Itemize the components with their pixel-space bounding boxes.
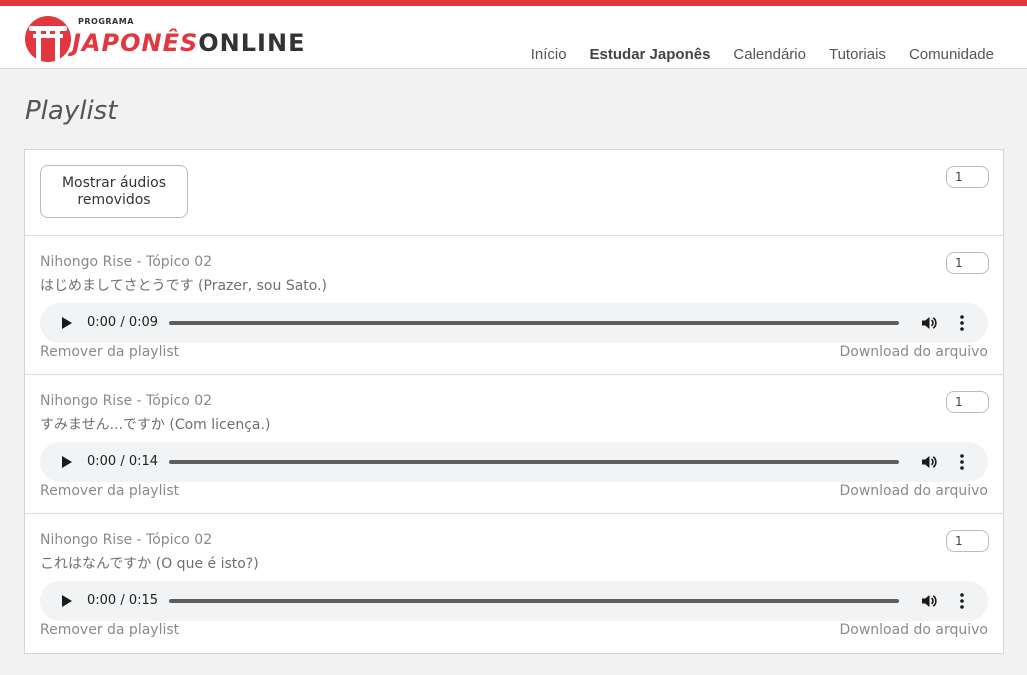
show-removed-audios-button[interactable]: Mostrar áudios removidos bbox=[40, 165, 188, 218]
remove-from-playlist-link[interactable]: Remover da playlist bbox=[40, 344, 179, 360]
playlist-item: Nihongo Rise - Tópico 02 すみません...ですか (Co… bbox=[25, 375, 1003, 514]
play-icon[interactable] bbox=[62, 456, 72, 468]
download-file-link[interactable]: Download do arquivo bbox=[839, 483, 988, 499]
audio-player: 0:00 / 0:14 bbox=[40, 442, 988, 482]
audio-seek-bar[interactable] bbox=[169, 460, 899, 464]
more-vertical-icon[interactable] bbox=[954, 314, 970, 332]
playlist-item: Nihongo Rise - Tópico 02 これはなんですか (O que… bbox=[25, 514, 1003, 652]
item-subtitle: すみません...ですか (Com licença.) bbox=[40, 417, 271, 433]
audio-time: 0:00 / 0:09 bbox=[87, 315, 159, 330]
audio-time: 0:00 / 0:15 bbox=[87, 593, 159, 608]
remove-from-playlist-link[interactable]: Remover da playlist bbox=[40, 622, 179, 638]
main-nav: Início Estudar Japonês Calendário Tutori… bbox=[531, 46, 994, 63]
more-vertical-icon[interactable] bbox=[954, 453, 970, 471]
item-subtitle: はじめましてさとうです (Prazer, sou Sato.) bbox=[40, 278, 328, 294]
logo-tagline: PROGRAMA bbox=[78, 17, 134, 26]
remove-from-playlist-link[interactable]: Remover da playlist bbox=[40, 483, 179, 499]
audio-player: 0:00 / 0:09 bbox=[40, 303, 988, 343]
play-icon[interactable] bbox=[62, 317, 72, 329]
volume-icon[interactable] bbox=[920, 314, 938, 332]
playlist-toolbar: Mostrar áudios removidos bbox=[25, 150, 1003, 236]
torii-gate-icon bbox=[25, 16, 71, 62]
site-logo[interactable]: PROGRAMA JAPONÊSONLINE bbox=[24, 15, 314, 65]
audio-seek-bar[interactable] bbox=[169, 321, 899, 325]
download-file-link[interactable]: Download do arquivo bbox=[839, 622, 988, 638]
audio-seek-bar[interactable] bbox=[169, 599, 899, 603]
audio-time: 0:00 / 0:14 bbox=[87, 454, 159, 469]
volume-icon[interactable] bbox=[920, 453, 938, 471]
nav-tutoriais[interactable]: Tutoriais bbox=[829, 46, 886, 63]
playlist-item: Nihongo Rise - Tópico 02 はじめましてさとうです (Pr… bbox=[25, 236, 1003, 375]
nav-inicio[interactable]: Início bbox=[531, 46, 567, 63]
nav-comunidade[interactable]: Comunidade bbox=[909, 46, 994, 63]
item-title: Nihongo Rise - Tópico 02 bbox=[40, 532, 213, 548]
item-title: Nihongo Rise - Tópico 02 bbox=[40, 393, 213, 409]
more-vertical-icon[interactable] bbox=[954, 592, 970, 610]
nav-estudar-japones[interactable]: Estudar Japonês bbox=[590, 46, 711, 63]
item-subtitle: これはなんですか (O que é isto?) bbox=[40, 556, 259, 572]
item-count-input[interactable] bbox=[946, 530, 989, 552]
toolbar-count-input[interactable] bbox=[946, 166, 989, 188]
logo-wordmark-red: JAPONÊS bbox=[72, 29, 199, 57]
playlist-panel: Mostrar áudios removidos Nihongo Rise - … bbox=[24, 149, 1004, 654]
page-title: Playlist bbox=[25, 96, 118, 126]
audio-player: 0:00 / 0:15 bbox=[40, 581, 988, 621]
nav-calendario[interactable]: Calendário bbox=[733, 46, 806, 63]
item-count-input[interactable] bbox=[946, 391, 989, 413]
volume-icon[interactable] bbox=[920, 592, 938, 610]
site-header: PROGRAMA JAPONÊSONLINE Início Estudar Ja… bbox=[0, 6, 1027, 69]
item-count-input[interactable] bbox=[946, 252, 989, 274]
download-file-link[interactable]: Download do arquivo bbox=[839, 344, 988, 360]
item-title: Nihongo Rise - Tópico 02 bbox=[40, 254, 213, 270]
logo-wordmark-dark: ONLINE bbox=[198, 29, 306, 57]
logo-wordmark: JAPONÊSONLINE bbox=[72, 29, 305, 57]
play-icon[interactable] bbox=[62, 595, 72, 607]
